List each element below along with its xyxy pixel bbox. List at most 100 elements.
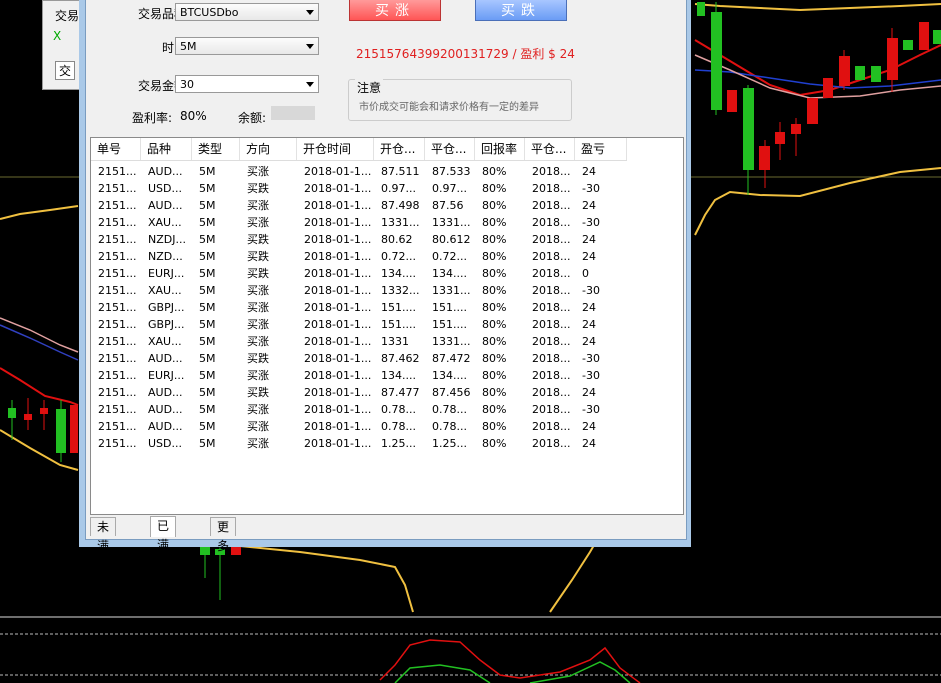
amount-combobox[interactable]: 30 — [175, 75, 319, 93]
table-row[interactable]: 2151... GBPJ... 5M 买涨 2018-01-1... 151.... 151… — [91, 316, 627, 333]
table-cell: 5M — [199, 369, 216, 382]
table-cell: 80% — [482, 199, 507, 212]
table-cell: 5M — [199, 199, 216, 212]
chevron-down-icon[interactable] — [306, 44, 314, 49]
table-cell: 80% — [482, 284, 507, 297]
table-cell: 87.472 — [432, 352, 471, 365]
table-cell: -30 — [582, 352, 600, 365]
table-row[interactable]: 2151... XAU... 5M 买涨 2018-01-1... 1332... 1331… — [91, 282, 627, 299]
column-header[interactable]: 开仓... — [374, 138, 425, 160]
table-cell: 1331... — [432, 216, 471, 229]
table-cell: 24 — [582, 233, 596, 246]
table-cell: 2018-01-1... — [304, 318, 372, 331]
table-row[interactable]: 2151... AUD... 5M 买涨 2018-01-1... 87.511 87.53… — [91, 163, 627, 180]
table-cell: 买跌 — [247, 250, 269, 263]
table-cell: -30 — [582, 403, 600, 416]
rate-label: 盈利率: — [131, 111, 172, 125]
table-cell: 买涨 — [247, 403, 269, 416]
rate-value: 80% — [180, 109, 207, 123]
table-cell: EURJ... — [148, 369, 185, 382]
symbol-select[interactable]: BTCUSDbo — [175, 3, 319, 21]
table-cell: 80% — [482, 403, 507, 416]
column-header[interactable]: 平仓... — [525, 138, 575, 160]
column-header[interactable]: 方向 — [240, 138, 297, 160]
table-row[interactable]: 2151... XAU... 5M 买涨 2018-01-1... 1331 1331...… — [91, 333, 627, 350]
table-cell: 24 — [582, 318, 596, 331]
table-cell: 24 — [582, 386, 596, 399]
table-cell: 80% — [482, 335, 507, 348]
table-row[interactable]: 2151... NZDJ... 5M 买跌 2018-01-1... 80.62 80.61… — [91, 231, 627, 248]
table-cell: 134.... — [432, 369, 467, 382]
chevron-down-icon[interactable] — [306, 10, 314, 15]
table-row[interactable]: 2151... EURJ... 5M 买涨 2018-01-1... 134.... 134… — [91, 367, 627, 384]
table-cell: NZDJ... — [148, 233, 186, 246]
column-header[interactable]: 平仓... — [425, 138, 475, 160]
table-cell: AUD... — [148, 165, 183, 178]
table-cell: 2018... — [532, 335, 571, 348]
table-cell: 151.... — [432, 301, 467, 314]
table-cell: 2018... — [532, 250, 571, 263]
tab-1[interactable]: 已满期 — [150, 516, 177, 571]
table-cell: NZD... — [148, 250, 183, 263]
table-cell: 24 — [582, 301, 596, 314]
chevron-down-icon[interactable] — [306, 82, 314, 87]
table-cell: 80% — [482, 369, 507, 382]
table-row[interactable]: 2151... USD... 5M 买跌 2018-01-1... 0.97... 0.97… — [91, 180, 627, 197]
last-order-profit-text: 21515764399200131729 / 盈利 $ 24 — [356, 47, 575, 61]
table-cell: -30 — [582, 216, 600, 229]
table-cell: 87.511 — [381, 165, 420, 178]
time-select[interactable]: 5M — [175, 37, 319, 55]
table-row[interactable]: 2151... AUD... 5M 买涨 2018-01-1... 0.78... 0.78… — [91, 418, 627, 435]
table-cell: 1331... — [432, 335, 471, 348]
table-cell: 2018-01-1... — [304, 301, 372, 314]
table-cell: AUD... — [148, 403, 183, 416]
table-cell: 1331 — [381, 335, 409, 348]
column-header[interactable]: 类型 — [192, 138, 240, 160]
table-cell: 24 — [582, 335, 596, 348]
table-cell: 87.533 — [432, 165, 471, 178]
tab-2[interactable]: 更多 — [210, 517, 237, 553]
table-cell: 2018-01-1... — [304, 437, 372, 450]
column-header[interactable]: 单号 — [91, 138, 141, 160]
table-cell: XAU... — [148, 335, 182, 348]
table-cell: 2151... — [98, 216, 137, 229]
table-row[interactable]: 2151... NZD... 5M 买跌 2018-01-1... 0.72... 0.72… — [91, 248, 627, 265]
table-row[interactable]: 2151... USD... 5M 买涨 2018-01-1... 1.25... 1.25… — [91, 435, 627, 452]
table-row[interactable]: 2151... AUD... 5M 买涨 2018-01-1... 0.78... 0.78… — [91, 401, 627, 418]
table-row[interactable]: 2151... AUD... 5M 买跌 2018-01-1... 87.462 87.47… — [91, 350, 627, 367]
table-cell: 134.... — [381, 369, 416, 382]
table-cell: 151.... — [381, 318, 416, 331]
column-header[interactable]: 开仓时间 — [297, 138, 374, 160]
table-cell: 买涨 — [247, 335, 269, 348]
buy-down-button[interactable]: 买跌 — [475, 0, 567, 21]
table-cell: 2151... — [98, 386, 137, 399]
tab-0[interactable]: 未满期 — [90, 517, 117, 572]
table-cell: 1332... — [381, 284, 420, 297]
column-header[interactable]: 盈亏 — [575, 138, 627, 160]
table-cell: 2151... — [98, 250, 137, 263]
table-row[interactable]: 2151... AUD... 5M 买涨 2018-01-1... 87.498 87.56… — [91, 197, 627, 214]
table-cell: 5M — [199, 216, 216, 229]
table-cell: 2151... — [98, 284, 137, 297]
background-panel-tab[interactable]: 交 — [55, 61, 76, 80]
table-row[interactable]: 2151... EURJ... 5M 买跌 2018-01-1... 134.... 134… — [91, 265, 627, 282]
table-cell: 80% — [482, 233, 507, 246]
table-cell: 2018... — [532, 165, 571, 178]
table-cell: USD... — [148, 182, 182, 195]
table-cell: 5M — [199, 403, 216, 416]
table-cell: 2018... — [532, 182, 571, 195]
buy-up-button[interactable]: 买涨 — [349, 0, 441, 21]
table-row[interactable]: 2151... XAU... 5M 买涨 2018-01-1... 1331... 1331… — [91, 214, 627, 231]
table-row[interactable]: 2151... AUD... 5M 买跌 2018-01-1... 87.477 87.45… — [91, 384, 627, 401]
column-header[interactable]: 品种 — [141, 138, 192, 160]
table-cell: AUD... — [148, 199, 183, 212]
trading-dialog-window: 交易品种: BTCUSDbo 时间: 5M 交易金额: 30 盈利率: 80% … — [79, 0, 691, 572]
trading-dialog-client: 交易品种: BTCUSDbo 时间: 5M 交易金额: 30 盈利率: 80% … — [85, 0, 687, 572]
table-cell: 2018-01-1... — [304, 352, 372, 365]
table-row[interactable]: 2151... GBPJ... 5M 买涨 2018-01-1... 151.... 151… — [91, 299, 627, 316]
table-cell: 2151... — [98, 233, 137, 246]
table-cell: 2151... — [98, 318, 137, 331]
table-cell: 买涨 — [247, 284, 269, 297]
column-header[interactable]: 回报率 — [475, 138, 525, 160]
table-cell: 2151... — [98, 301, 137, 314]
